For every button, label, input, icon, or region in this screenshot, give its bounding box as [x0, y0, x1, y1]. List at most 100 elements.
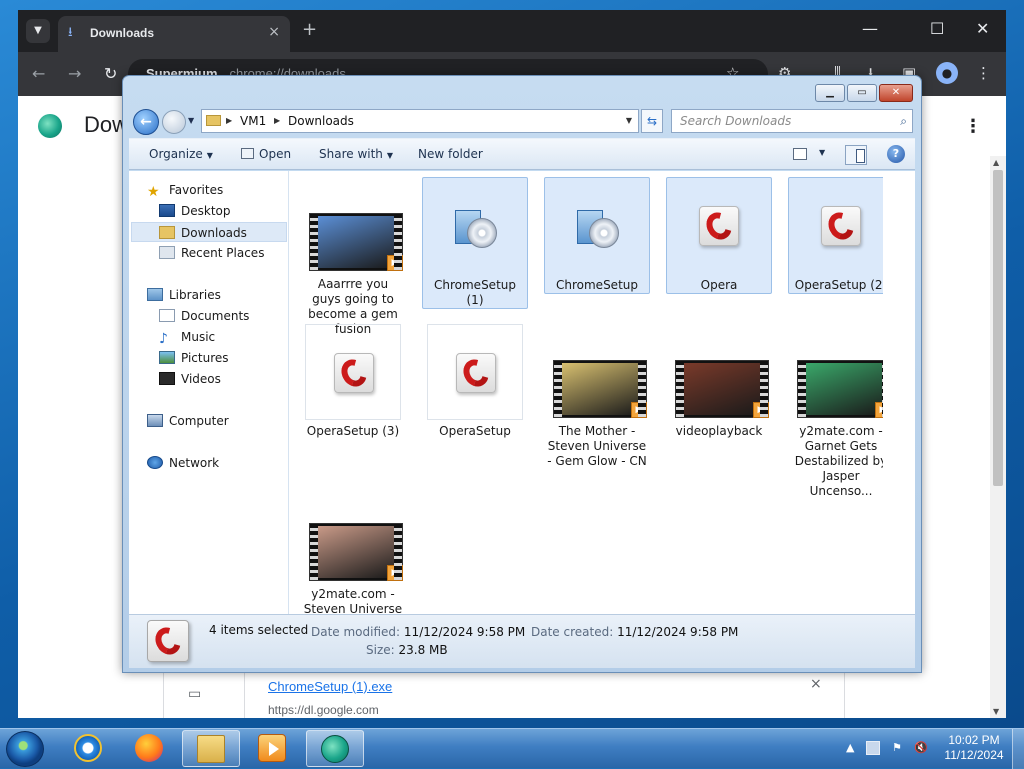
- network-tray-icon[interactable]: [866, 741, 880, 755]
- opera-icon: [305, 324, 401, 420]
- explorer-back-button[interactable]: ←: [133, 109, 159, 135]
- menu-kebab-icon[interactable]: ⋮: [976, 62, 991, 84]
- nav-desktop[interactable]: Desktop: [159, 201, 231, 221]
- nav-libraries[interactable]: Libraries: [147, 285, 221, 305]
- folder-icon: [159, 226, 175, 239]
- file-list-scrollbar[interactable]: [883, 171, 899, 614]
- action-center-flag-icon[interactable]: ⚑: [892, 741, 902, 754]
- file-label: ChromeSetup: [556, 278, 638, 292]
- nav-recent-places[interactable]: Recent Places: [159, 243, 264, 263]
- start-button[interactable]: [6, 731, 44, 767]
- file-label: Opera: [700, 278, 738, 292]
- tab-search-button[interactable]: ▼: [26, 19, 50, 43]
- show-desktop-button[interactable]: [1012, 729, 1024, 769]
- taskbar-explorer[interactable]: [182, 730, 240, 767]
- maximize-icon[interactable]: ☐: [930, 20, 944, 38]
- taskbar-media-player[interactable]: [244, 730, 302, 767]
- file-label: OperaSetup (2): [794, 278, 888, 292]
- folder-icon: [197, 735, 225, 763]
- remove-download-icon[interactable]: ×: [810, 676, 822, 692]
- scrollbar-thumb[interactable]: [993, 170, 1003, 486]
- computer-icon: [147, 414, 163, 427]
- explorer-maximize-button[interactable]: ▭: [847, 84, 877, 102]
- file-item[interactable]: ▶ Aaarrre you guys going to become a gem …: [300, 177, 406, 337]
- organize-button[interactable]: Organize ▼: [149, 147, 213, 161]
- close-icon[interactable]: ✕: [976, 20, 989, 38]
- tab-close-icon[interactable]: ×: [268, 24, 280, 40]
- explorer-body: ★ Favorites Desktop Downloads Recent Plac…: [129, 171, 915, 661]
- breadcrumb-vm1[interactable]: VM1: [240, 110, 266, 132]
- address-bar[interactable]: ▶ VM1 ▶ Downloads ▼: [201, 109, 639, 133]
- minimize-icon[interactable]: —: [862, 20, 878, 38]
- installer-icon: [427, 178, 523, 274]
- video-thumbnail-icon: ▶: [671, 324, 769, 420]
- file-item[interactable]: ChromeSetup: [544, 177, 650, 294]
- taskbar-supermium[interactable]: [306, 730, 364, 767]
- chevron-down-icon: ▼: [206, 151, 213, 160]
- file-label: OperaSetup: [439, 424, 511, 438]
- tab-downloads[interactable]: ⭳ Downloads ×: [58, 16, 290, 52]
- network-icon: [147, 456, 163, 469]
- nav-favorites[interactable]: ★ Favorites: [147, 180, 223, 200]
- nav-computer[interactable]: Computer: [147, 411, 229, 431]
- page-menu-icon[interactable]: ⋮: [964, 116, 982, 137]
- video-thumbnail-icon: ▶: [549, 324, 647, 420]
- recent-places-icon: [159, 246, 175, 259]
- back-arrow-icon[interactable]: ←: [32, 64, 45, 84]
- nav-downloads[interactable]: Downloads: [131, 222, 287, 242]
- nav-videos[interactable]: Videos: [159, 369, 221, 389]
- nav-music[interactable]: ♪ Music: [159, 327, 215, 347]
- taskbar-firefox[interactable]: [121, 730, 179, 767]
- open-button[interactable]: Open: [241, 147, 291, 161]
- file-item[interactable]: OperaSetup: [422, 324, 528, 439]
- download-file-link[interactable]: ChromeSetup (1).exe: [268, 679, 392, 694]
- file-item[interactable]: ▶ The Mother - Steven Universe - Gem Glow…: [544, 324, 650, 469]
- preview-pane-icon[interactable]: [845, 145, 867, 165]
- document-icon: [159, 309, 175, 322]
- explorer-forward-button[interactable]: [162, 110, 186, 134]
- search-input[interactable]: Search Downloads ⌕: [671, 109, 913, 133]
- breadcrumb-downloads[interactable]: Downloads: [288, 110, 354, 132]
- supermium-icon: [321, 735, 349, 763]
- file-item[interactable]: ChromeSetup (1): [422, 177, 528, 309]
- show-hidden-icons[interactable]: ▲: [846, 741, 854, 754]
- volume-muted-icon[interactable]: 🔇: [914, 741, 928, 754]
- search-icon[interactable]: ⌕: [900, 110, 907, 132]
- address-dropdown-icon[interactable]: ▼: [626, 110, 632, 132]
- file-item[interactable]: OperaSetup (3): [300, 324, 406, 439]
- refresh-button[interactable]: ⇆: [641, 109, 663, 133]
- explorer-minimize-button[interactable]: ▁: [815, 84, 845, 102]
- profile-avatar-icon[interactable]: ●: [936, 62, 958, 84]
- system-clock[interactable]: 10:02 PM 11/12/2024: [944, 733, 1004, 763]
- total-size: 23.8 MB: [398, 643, 448, 657]
- nav-pictures[interactable]: Pictures: [159, 348, 229, 368]
- forward-arrow-icon[interactable]: →: [68, 64, 81, 84]
- file-item[interactable]: Opera: [666, 177, 772, 294]
- internet-explorer-icon: [74, 734, 102, 762]
- page-scrollbar[interactable]: ▲ ▼: [990, 156, 1006, 718]
- video-thumbnail-icon: ▶: [305, 177, 403, 273]
- file-item[interactable]: OperaSetup (2): [788, 177, 894, 294]
- file-label: videoplayback: [675, 424, 763, 438]
- taskbar-internet-explorer[interactable]: [60, 730, 118, 767]
- file-list: ▶ Aaarrre you guys going to become a gem …: [290, 171, 899, 661]
- new-folder-button[interactable]: New folder: [418, 147, 483, 161]
- recent-pages-icon[interactable]: ▼: [188, 116, 194, 125]
- scroll-down-icon[interactable]: ▼: [993, 707, 999, 716]
- change-view-icon[interactable]: [793, 148, 807, 160]
- share-with-button[interactable]: Share with ▼: [319, 147, 393, 161]
- file-item[interactable]: ▶ videoplayback: [666, 324, 772, 439]
- video-thumbnail-icon: ▶: [305, 487, 403, 583]
- nav-documents[interactable]: Documents: [159, 306, 249, 326]
- opera-icon: [147, 620, 189, 662]
- explorer-close-button[interactable]: ✕: [879, 84, 913, 102]
- view-options-dropdown-icon[interactable]: ▼: [819, 148, 825, 157]
- scroll-up-icon[interactable]: ▲: [993, 158, 999, 167]
- star-icon: ★: [147, 184, 160, 200]
- reload-icon[interactable]: ↻: [104, 64, 117, 84]
- chevron-down-icon: ▼: [34, 25, 42, 36]
- file-item[interactable]: ▶y2mate.com - Garnet Gets Destabilized b…: [788, 324, 894, 499]
- nav-network[interactable]: Network: [147, 453, 219, 473]
- new-tab-button[interactable]: +: [302, 20, 317, 40]
- help-icon[interactable]: ?: [887, 145, 905, 163]
